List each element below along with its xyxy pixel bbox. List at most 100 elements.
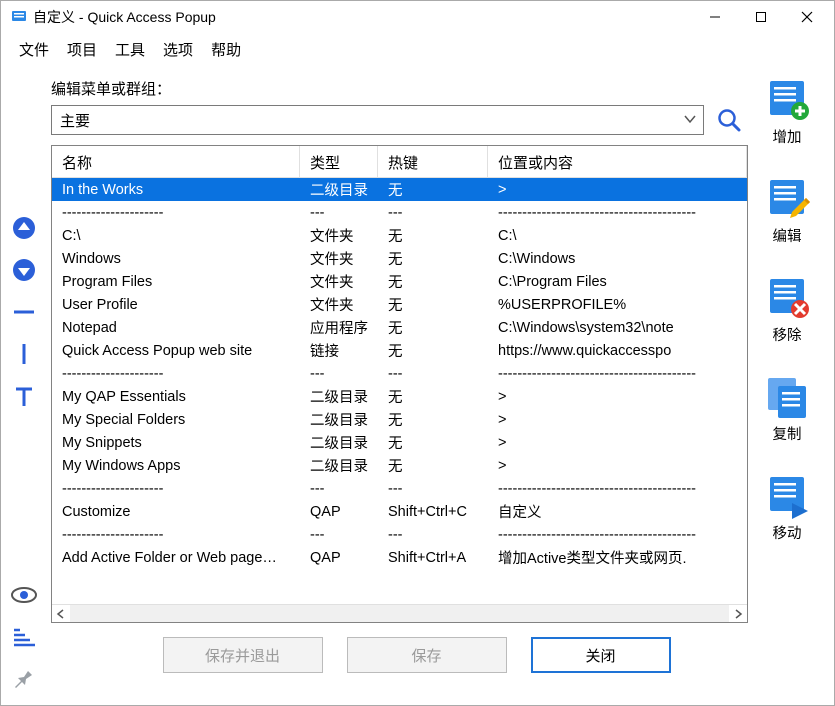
move-icon bbox=[763, 472, 811, 520]
preview-button[interactable] bbox=[10, 581, 38, 609]
table-cell: Shift+Ctrl+A bbox=[378, 550, 488, 566]
col-location[interactable]: 位置或内容 bbox=[488, 146, 747, 177]
close-main-button[interactable]: 关闭 bbox=[531, 637, 671, 673]
bottom-button-row: 保存并退出 保存 关闭 bbox=[45, 623, 748, 693]
move-up-button[interactable] bbox=[10, 214, 38, 242]
remove-button[interactable]: 移除 bbox=[763, 274, 811, 345]
table-cell: --- bbox=[300, 205, 378, 221]
menu-tools[interactable]: 工具 bbox=[107, 37, 153, 62]
table-cell: 二级目录 bbox=[300, 386, 378, 407]
table-row[interactable]: ----------------------------------------… bbox=[52, 523, 747, 546]
sort-button[interactable] bbox=[10, 623, 38, 651]
table-cell: QAP bbox=[300, 504, 378, 520]
table-cell: --- bbox=[300, 481, 378, 497]
table-cell: --- bbox=[378, 205, 488, 221]
scroll-track[interactable] bbox=[70, 605, 729, 623]
minimize-button[interactable] bbox=[692, 1, 738, 33]
table-cell: Customize bbox=[52, 504, 300, 520]
col-type[interactable]: 类型 bbox=[300, 146, 378, 177]
menu-file[interactable]: 文件 bbox=[11, 37, 57, 62]
items-table: 名称 类型 热键 位置或内容 In the Works二级目录无>-------… bbox=[51, 145, 748, 623]
table-cell: --------------------- bbox=[52, 366, 300, 382]
table-cell: My Snippets bbox=[52, 435, 300, 451]
table-row[interactable]: Program Files文件夹无C:\Program Files bbox=[52, 270, 747, 293]
table-cell: > bbox=[488, 412, 747, 428]
table-row[interactable]: In the Works二级目录无> bbox=[52, 178, 747, 201]
remove-label: 移除 bbox=[773, 324, 802, 345]
center-panel: 编辑菜单或群组： 主要 名称 类型 热键 位置或内容 bbox=[45, 74, 748, 693]
table-row[interactable]: ----------------------------------------… bbox=[52, 477, 747, 500]
table-row[interactable]: Windows文件夹无C:\Windows bbox=[52, 247, 747, 270]
table-cell: --- bbox=[378, 481, 488, 497]
separator-h-button[interactable] bbox=[10, 298, 38, 326]
table-cell: --- bbox=[378, 527, 488, 543]
maximize-button[interactable] bbox=[738, 1, 784, 33]
table-cell: > bbox=[488, 182, 747, 198]
move-button[interactable]: 移动 bbox=[763, 472, 811, 543]
table-row[interactable]: My Windows Apps二级目录无> bbox=[52, 454, 747, 477]
edit-button[interactable]: 编辑 bbox=[763, 175, 811, 246]
menu-options[interactable]: 选项 bbox=[155, 37, 201, 62]
table-cell: ----------------------------------------… bbox=[488, 527, 747, 543]
move-down-button[interactable] bbox=[10, 256, 38, 284]
table-cell: 文件夹 bbox=[300, 271, 378, 292]
move-label: 移动 bbox=[773, 522, 802, 543]
col-hotkey[interactable]: 热键 bbox=[378, 146, 488, 177]
copy-icon bbox=[763, 373, 811, 421]
table-cell: 二级目录 bbox=[300, 409, 378, 430]
table-row[interactable]: Quick Access Popup web site链接无https://ww… bbox=[52, 339, 747, 362]
table-row[interactable]: My Snippets二级目录无> bbox=[52, 431, 747, 454]
separator-v-button[interactable] bbox=[10, 340, 38, 368]
app-icon bbox=[11, 9, 27, 25]
col-name[interactable]: 名称 bbox=[52, 146, 300, 177]
table-row[interactable]: ----------------------------------------… bbox=[52, 201, 747, 224]
table-cell: --- bbox=[378, 366, 488, 382]
edit-icon bbox=[763, 175, 811, 223]
table-cell: --------------------- bbox=[52, 205, 300, 221]
table-cell: ----------------------------------------… bbox=[488, 481, 747, 497]
text-insert-button[interactable] bbox=[10, 382, 38, 410]
table-cell: https://www.quickaccesspo bbox=[488, 343, 747, 359]
close-button[interactable] bbox=[784, 1, 830, 33]
copy-button[interactable]: 复制 bbox=[763, 373, 811, 444]
table-row[interactable]: CustomizeQAPShift+Ctrl+C自定义 bbox=[52, 500, 747, 523]
table-cell: 增加Active类型文件夹或网页. bbox=[488, 547, 747, 568]
table-cell: 无 bbox=[378, 432, 488, 453]
table-cell: 无 bbox=[378, 225, 488, 246]
table-row[interactable]: Add Active Folder or Web page…QAPShift+C… bbox=[52, 546, 747, 569]
save-exit-button[interactable]: 保存并退出 bbox=[163, 637, 323, 673]
table-cell: 自定义 bbox=[488, 501, 747, 522]
table-row[interactable]: Notepad应用程序无C:\Windows\system32\note bbox=[52, 316, 747, 339]
table-cell: 应用程序 bbox=[300, 317, 378, 338]
menu-help[interactable]: 帮助 bbox=[203, 37, 249, 62]
edit-group-label: 编辑菜单或群组： bbox=[45, 74, 748, 105]
table-row[interactable]: ----------------------------------------… bbox=[52, 362, 747, 385]
table-cell: C:\Windows bbox=[488, 251, 747, 267]
table-cell: My Special Folders bbox=[52, 412, 300, 428]
table-cell: 无 bbox=[378, 340, 488, 361]
content-area: 编辑菜单或群组： 主要 名称 类型 热键 位置或内容 bbox=[1, 66, 834, 705]
left-rail bbox=[7, 74, 41, 693]
table-row[interactable]: My QAP Essentials二级目录无> bbox=[52, 385, 747, 408]
group-dropdown[interactable]: 主要 bbox=[51, 105, 704, 135]
table-row[interactable]: C:\文件夹无C:\ bbox=[52, 224, 747, 247]
table-cell: Quick Access Popup web site bbox=[52, 343, 300, 359]
table-cell: %USERPROFILE% bbox=[488, 297, 747, 313]
search-button[interactable] bbox=[714, 105, 744, 135]
scroll-right-arrow[interactable] bbox=[729, 605, 747, 623]
scroll-left-arrow[interactable] bbox=[52, 605, 70, 623]
table-row[interactable]: User Profile文件夹无%USERPROFILE% bbox=[52, 293, 747, 316]
pin-button[interactable] bbox=[10, 665, 38, 693]
table-cell: 无 bbox=[378, 271, 488, 292]
table-cell: 二级目录 bbox=[300, 432, 378, 453]
add-button[interactable]: 增加 bbox=[763, 76, 811, 147]
add-label: 增加 bbox=[773, 126, 802, 147]
menu-project[interactable]: 项目 bbox=[59, 37, 105, 62]
table-cell: 文件夹 bbox=[300, 225, 378, 246]
horizontal-scrollbar[interactable] bbox=[52, 604, 747, 622]
save-button[interactable]: 保存 bbox=[347, 637, 507, 673]
table-cell: ----------------------------------------… bbox=[488, 366, 747, 382]
table-cell: 链接 bbox=[300, 340, 378, 361]
table-cell: My Windows Apps bbox=[52, 458, 300, 474]
table-row[interactable]: My Special Folders二级目录无> bbox=[52, 408, 747, 431]
